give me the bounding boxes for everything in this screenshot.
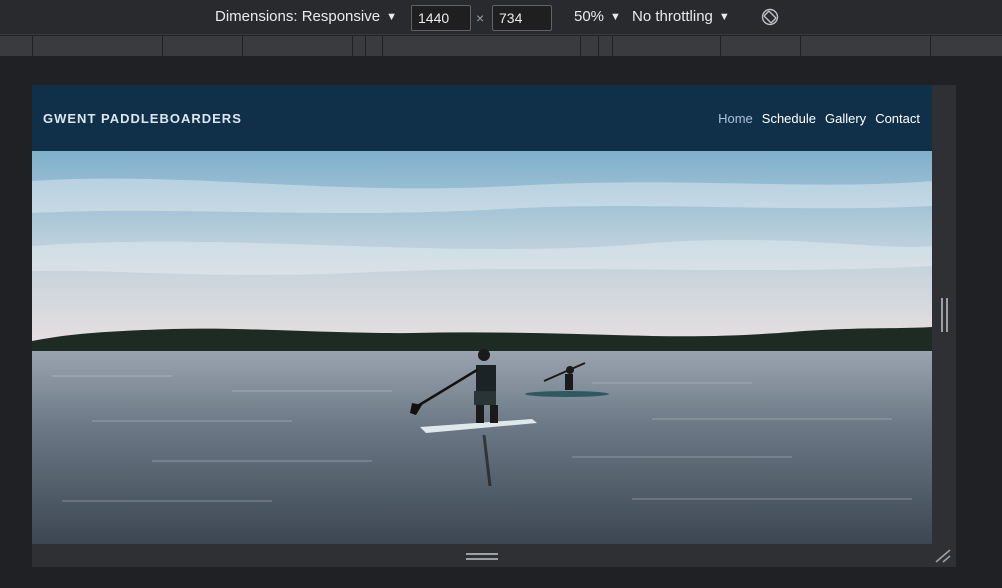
width-input[interactable]	[411, 5, 471, 31]
throttling-dropdown[interactable]: No throttling ▼	[632, 8, 730, 25]
ruler-tick	[352, 36, 353, 56]
ruler-tick	[720, 36, 721, 56]
zoom-dropdown[interactable]: 50% ▼	[574, 8, 621, 25]
times-symbol: ×	[476, 10, 485, 26]
ruler-tick	[930, 36, 931, 56]
ruler-tick	[800, 36, 801, 56]
throttling-label: No throttling	[632, 8, 713, 25]
ruler-tick	[382, 36, 383, 56]
hero-image	[32, 151, 932, 544]
ruler-tick	[162, 36, 163, 56]
caret-down-icon: ▼	[718, 10, 730, 23]
site-nav: Home Schedule Gallery Contact	[718, 111, 920, 126]
site-header: GWENT PADDLEBOARDERS Home Schedule Galle…	[32, 85, 932, 151]
ruler-tick	[365, 36, 366, 56]
nav-gallery[interactable]: Gallery	[825, 111, 866, 126]
ruler-tick	[242, 36, 243, 56]
ruler-tick	[580, 36, 581, 56]
rotate-icon[interactable]	[760, 7, 780, 27]
rotate-icon-svg	[761, 8, 779, 26]
hero-photo-paddleboarders	[32, 151, 932, 544]
dimensions-label: Dimensions: Responsive	[215, 8, 381, 25]
resize-corner-svg	[935, 549, 951, 563]
caret-down-icon: ▼	[386, 10, 397, 23]
nav-contact[interactable]: Contact	[875, 111, 920, 126]
ruler-tick	[32, 36, 33, 56]
ruler-tick	[612, 36, 613, 56]
caret-down-icon: ▼	[610, 10, 621, 23]
right-resize-grip-icon[interactable]	[939, 298, 949, 332]
site-brand[interactable]: GWENT PADDLEBOARDERS	[43, 111, 242, 126]
ruler-tick	[598, 36, 599, 56]
device-toolbar: Dimensions: Responsive ▼ × 50% ▼ No thro…	[0, 0, 1002, 35]
bottom-resize-grip-icon[interactable]	[466, 551, 498, 561]
resize-corner-icon[interactable]	[934, 548, 952, 564]
nav-home[interactable]: Home	[718, 111, 753, 126]
zoom-label: 50%	[574, 8, 605, 25]
media-query-ruler[interactable]	[0, 36, 1002, 56]
dimensions-dropdown[interactable]: Dimensions: Responsive ▼	[215, 8, 397, 25]
height-input[interactable]	[492, 5, 552, 31]
rendered-page: GWENT PADDLEBOARDERS Home Schedule Galle…	[32, 85, 932, 544]
nav-schedule[interactable]: Schedule	[762, 111, 816, 126]
